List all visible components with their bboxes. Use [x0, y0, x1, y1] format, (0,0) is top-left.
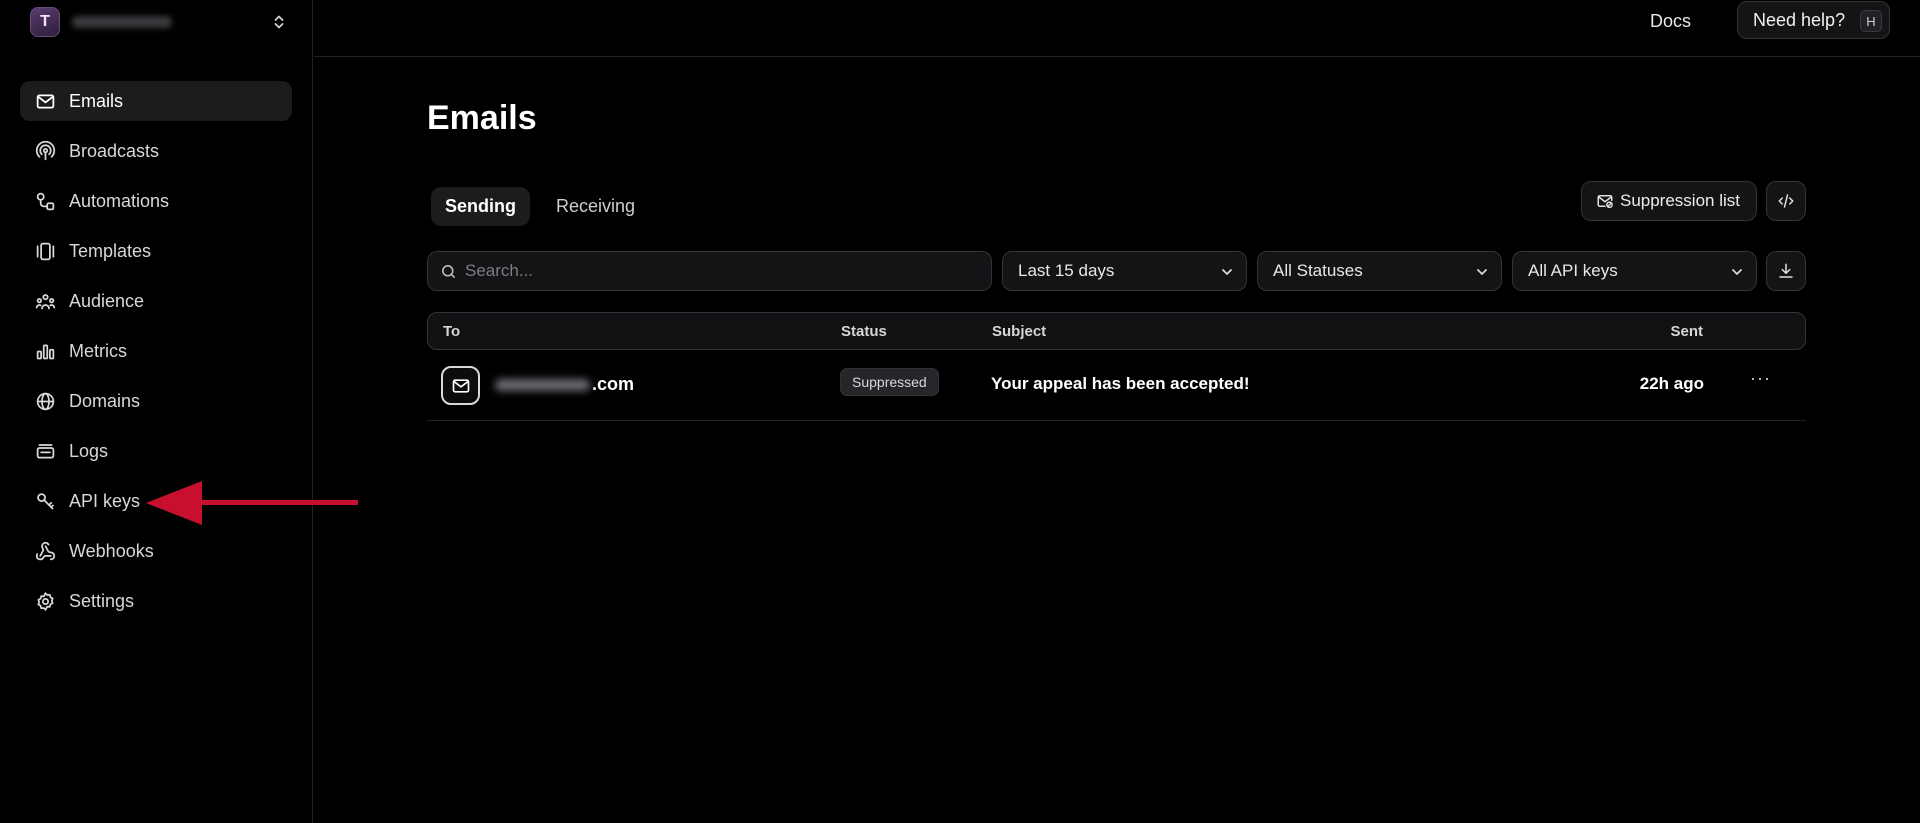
date-range-select[interactable]: Last 15 days — [1002, 251, 1247, 291]
search-icon — [442, 264, 455, 278]
key-icon — [37, 492, 54, 509]
sidebar-item-domains[interactable]: Domains — [20, 381, 292, 421]
export-button[interactable] — [1766, 251, 1806, 291]
team-avatar: T — [30, 7, 60, 37]
table-header: To Status Subject Sent — [427, 312, 1806, 350]
email-subject[interactable]: Your appeal has been accepted! — [991, 374, 1250, 394]
sidebar-item-audience[interactable]: Audience — [20, 281, 292, 321]
sidebar-item-webhooks[interactable]: Webhooks — [20, 531, 292, 571]
sidebar-item-label: Logs — [69, 440, 109, 461]
status-select[interactable]: All Statuses — [1257, 251, 1502, 291]
chevron-down-icon — [1222, 269, 1232, 275]
sidebar-item-label: Metrics — [69, 340, 127, 361]
sidebar-item-label: Emails — [69, 90, 124, 111]
recipient-domain: .com — [592, 374, 635, 394]
metrics-icon — [36, 344, 55, 359]
sidebar-item-label: Broadcasts — [69, 140, 160, 161]
tab-sending[interactable]: Sending — [431, 187, 530, 226]
globe-icon — [36, 392, 55, 410]
recipient-email[interactable]: .com — [495, 374, 634, 395]
team-name-redacted — [72, 16, 172, 28]
need-help-label: Need help? — [1753, 9, 1846, 30]
gear-icon — [37, 591, 54, 611]
chevron-down-icon — [1732, 269, 1742, 275]
logs-icon — [36, 443, 55, 458]
sidebar-item-label: API keys — [69, 490, 141, 511]
mail-icon — [441, 366, 480, 405]
api-code-button[interactable] — [1766, 181, 1806, 221]
sidebar-item-templates[interactable]: Templates — [20, 231, 292, 271]
chevron-up-down-icon — [274, 15, 284, 29]
sidebar-item-broadcasts[interactable]: Broadcasts — [20, 131, 292, 171]
column-header-subject[interactable]: Subject — [992, 323, 1046, 340]
broadcast-icon — [35, 140, 56, 160]
team-switcher[interactable]: T — [30, 7, 288, 37]
annotation-arrow-icon — [146, 481, 358, 525]
column-header-sent[interactable]: Sent — [1670, 323, 1703, 340]
api-key-select[interactable]: All API keys — [1512, 251, 1757, 291]
audience-icon — [35, 293, 56, 309]
column-header-to[interactable]: To — [443, 323, 460, 340]
code-icon — [1778, 194, 1794, 208]
mail-block-icon — [1597, 195, 1613, 209]
sidebar-item-label: Settings — [69, 590, 135, 611]
row-actions-button[interactable]: ··· — [1750, 368, 1771, 389]
sidebar-item-metrics[interactable]: Metrics — [20, 331, 292, 371]
need-help-button[interactable]: Need help? H — [1737, 1, 1890, 39]
sidebar-nav: Emails Broadcasts Automations Templates … — [20, 81, 292, 631]
date-range-value: Last 15 days — [1018, 261, 1115, 280]
filter-bar: Last 15 days All Statuses All API keys — [427, 251, 1806, 291]
sidebar-item-label: Webhooks — [69, 540, 154, 561]
search-box[interactable] — [427, 251, 992, 291]
chevron-down-icon — [1477, 269, 1487, 275]
recipient-redacted — [495, 378, 590, 391]
mail-icon — [36, 94, 55, 108]
sidebar-item-label: Domains — [69, 390, 141, 411]
download-icon — [1779, 263, 1793, 278]
annotation-arrow-head — [146, 481, 202, 525]
templates-icon — [36, 242, 55, 260]
sidebar-item-logs[interactable]: Logs — [20, 431, 292, 471]
topbar: Docs Need help? H — [314, 0, 1920, 57]
sidebar-item-label: Automations — [69, 190, 170, 211]
status-badge: Suppressed — [840, 368, 939, 396]
sent-time: 22h ago — [1639, 374, 1704, 393]
automation-icon — [36, 192, 55, 210]
suppression-list-button[interactable]: Suppression list — [1580, 181, 1757, 221]
tabs: Sending Receiving — [431, 187, 661, 226]
sidebar-item-label: Templates — [69, 240, 152, 261]
annotation-arrow-shaft — [196, 500, 358, 505]
keyboard-shortcut-badge: H — [1860, 10, 1882, 32]
search-input[interactable] — [465, 261, 965, 281]
sidebar-item-label: Audience — [69, 290, 145, 311]
table-row[interactable]: .com Suppressed Your appeal has been acc… — [427, 350, 1806, 421]
api-key-value: All API keys — [1528, 261, 1618, 280]
webhook-icon — [35, 541, 56, 560]
column-header-status[interactable]: Status — [841, 323, 887, 340]
tab-receiving[interactable]: Receiving — [542, 187, 649, 226]
sidebar-item-automations[interactable]: Automations — [20, 181, 292, 221]
page-title: Emails — [427, 99, 537, 137]
docs-link[interactable]: Docs — [1650, 11, 1691, 32]
sidebar: T Emails Broadcasts Automations Template… — [0, 0, 313, 823]
sidebar-item-settings[interactable]: Settings — [20, 581, 292, 621]
suppression-list-label: Suppression list — [1619, 191, 1740, 210]
status-value: All Statuses — [1273, 261, 1363, 280]
sidebar-item-emails[interactable]: Emails — [20, 81, 292, 121]
